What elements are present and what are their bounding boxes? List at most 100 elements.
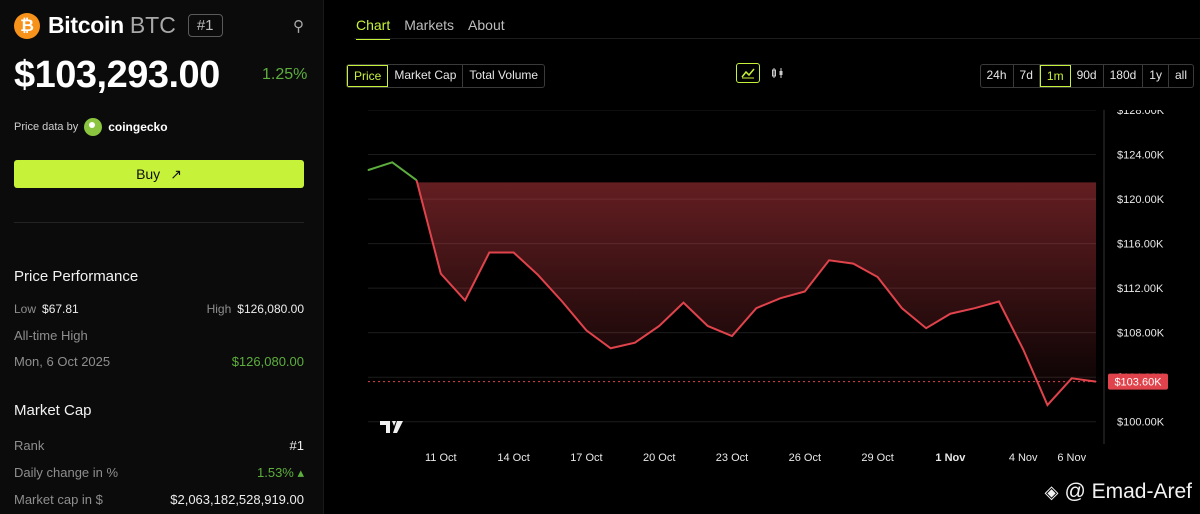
range-1m-button[interactable]: 1m bbox=[1039, 65, 1071, 87]
candlestick-chart-icon[interactable] bbox=[766, 63, 790, 83]
chart-panel: Chart Markets About Price Market Cap Tot… bbox=[324, 0, 1200, 514]
price-point bbox=[707, 325, 709, 327]
price-point bbox=[585, 329, 587, 331]
arrow-up-right-icon: ↗ bbox=[170, 165, 182, 182]
price-point bbox=[561, 300, 563, 302]
x-tick-label: 14 Oct bbox=[497, 452, 529, 464]
price-point bbox=[1022, 348, 1024, 350]
rank-value: #1 bbox=[289, 438, 304, 453]
chart-tabs: Chart Markets About bbox=[356, 17, 505, 40]
tab-about[interactable]: About bbox=[468, 17, 505, 40]
coin-name: Bitcoin bbox=[48, 12, 124, 38]
price-point bbox=[731, 335, 733, 337]
low-value: $67.81 bbox=[42, 302, 79, 316]
rank-label: Rank bbox=[14, 438, 45, 453]
price-point bbox=[925, 327, 927, 329]
high-value: $126,080.00 bbox=[237, 302, 304, 316]
y-tick-label: $120.00K bbox=[1117, 194, 1165, 206]
range-180d-button[interactable]: 180d bbox=[1104, 65, 1144, 87]
range-90d-button[interactable]: 90d bbox=[1071, 65, 1104, 87]
price-data-label: Price data by bbox=[14, 121, 79, 133]
ath-label: All-time High bbox=[14, 328, 88, 343]
low-high-row: Low $67.81 High $126,080.00 bbox=[14, 302, 304, 316]
range-7d-button[interactable]: 7d bbox=[1014, 65, 1040, 87]
time-range-selector: 24h 7d 1m 90d 180d 1y all bbox=[979, 64, 1194, 88]
price-chart[interactable]: $100.00K$104.00K$108.00K$112.00K$116.00K… bbox=[324, 110, 1200, 480]
metric-market-cap-button[interactable]: Market Cap bbox=[388, 65, 464, 87]
divider bbox=[14, 222, 304, 223]
daily-change-label: Daily change in % bbox=[14, 465, 119, 480]
daily-change-value: 1.53% ▴ bbox=[257, 465, 304, 480]
price-point bbox=[367, 169, 369, 171]
market-cap-label: Market cap in $ bbox=[14, 492, 103, 507]
price-point bbox=[513, 252, 515, 254]
price-point bbox=[1071, 377, 1073, 379]
daily-change-row: Daily change in % 1.53% ▴ bbox=[14, 465, 304, 481]
current-price: $103,293.00 bbox=[14, 54, 220, 96]
price-point bbox=[391, 161, 393, 163]
watermark: ◈ @ Emad-Aref bbox=[1045, 480, 1192, 504]
current-price-label: $103.60K bbox=[1114, 377, 1162, 389]
price-change-percent: 1.25% bbox=[262, 66, 308, 83]
price-point bbox=[440, 273, 442, 275]
price-data-source: Price data by coingecko bbox=[14, 118, 168, 136]
tab-markets[interactable]: Markets bbox=[404, 17, 454, 40]
price-line-up bbox=[367, 161, 418, 181]
buy-label: Buy bbox=[136, 166, 161, 182]
price-point bbox=[1046, 404, 1048, 406]
x-tick-label: 17 Oct bbox=[570, 452, 602, 464]
price-performance-title: Price Performance bbox=[14, 268, 139, 285]
ath-value: $126,080.00 bbox=[231, 354, 304, 369]
y-tick-label: $124.00K bbox=[1117, 150, 1165, 162]
low-label: Low bbox=[14, 302, 37, 316]
bitcoin-logo-icon: ₿ bbox=[14, 12, 40, 39]
line-chart-icon[interactable] bbox=[736, 63, 760, 83]
price-point bbox=[998, 300, 1000, 302]
price-point bbox=[416, 179, 418, 181]
binance-logo-icon: ◈ bbox=[1044, 481, 1059, 502]
pin-icon[interactable]: ⚲ bbox=[293, 17, 304, 35]
chart-type-selector bbox=[736, 63, 790, 83]
metric-price-button[interactable]: Price bbox=[347, 65, 389, 87]
tabs-divider bbox=[354, 38, 1200, 39]
ath-label-row: All-time High bbox=[14, 328, 304, 343]
range-all-button[interactable]: all bbox=[1169, 65, 1193, 87]
price-area-fill bbox=[416, 180, 1096, 406]
tab-chart[interactable]: Chart bbox=[356, 17, 391, 40]
price-point bbox=[780, 297, 782, 299]
price-point bbox=[488, 252, 490, 254]
market-cap-row: Market cap in $ $2,063,182,528,919.00 bbox=[14, 492, 304, 507]
y-tick-label: $112.00K bbox=[1117, 283, 1164, 295]
price-point bbox=[634, 342, 636, 344]
rank-row: Rank #1 bbox=[14, 438, 304, 453]
coingecko-name[interactable]: coingecko bbox=[108, 120, 167, 134]
price-point bbox=[682, 302, 684, 304]
metric-total-volume-button[interactable]: Total Volume bbox=[463, 65, 544, 87]
tradingview-logo-icon bbox=[380, 421, 403, 433]
watermark-text: @ Emad-Aref bbox=[1064, 480, 1192, 503]
x-tick-label: 1 Nov bbox=[935, 452, 966, 464]
coin-header: ₿ Bitcoin BTC #1 bbox=[14, 12, 223, 39]
price-point bbox=[852, 263, 854, 265]
price-point bbox=[658, 325, 660, 327]
price-point bbox=[877, 276, 879, 278]
coin-symbol: BTC bbox=[129, 12, 176, 38]
price-point bbox=[804, 290, 806, 292]
market-cap-title: Market Cap bbox=[14, 402, 92, 419]
y-tick-label: $116.00K bbox=[1117, 239, 1164, 251]
x-tick-label: 20 Oct bbox=[643, 452, 675, 464]
x-tick-label: 29 Oct bbox=[861, 452, 893, 464]
x-tick-label: 23 Oct bbox=[716, 452, 748, 464]
metric-selector: Price Market Cap Total Volume bbox=[346, 64, 546, 88]
range-24h-button[interactable]: 24h bbox=[981, 65, 1014, 87]
coin-info-panel: ₿ Bitcoin BTC #1 ⚲ $103,293.00 1.25% Pri… bbox=[0, 0, 324, 514]
y-tick-label: $100.00K bbox=[1117, 417, 1165, 429]
buy-button[interactable]: Buy ↗ bbox=[14, 160, 304, 188]
x-tick-label: 6 Nov bbox=[1057, 452, 1086, 464]
range-1y-button[interactable]: 1y bbox=[1143, 65, 1169, 87]
ath-date: Mon, 6 Oct 2025 bbox=[14, 354, 111, 369]
price-point bbox=[464, 299, 466, 301]
market-cap-value: $2,063,182,528,919.00 bbox=[170, 492, 304, 507]
price-point bbox=[974, 307, 976, 309]
x-tick-label: 11 Oct bbox=[425, 452, 457, 464]
